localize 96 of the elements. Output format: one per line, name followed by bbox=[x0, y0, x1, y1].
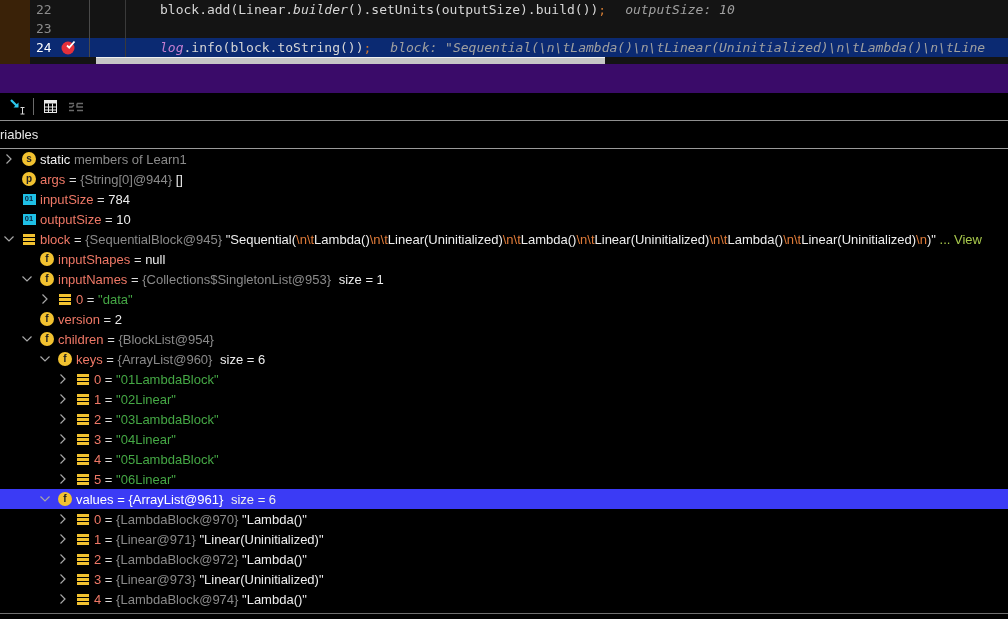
tree-row[interactable]: 4 = {LambdaBlock@974} "Lambda()" bbox=[0, 589, 1008, 609]
variable-entry: static members of Learn1 bbox=[40, 151, 187, 167]
tree-row[interactable]: 0 = {LambdaBlock@970} "Lambda()" bbox=[0, 509, 1008, 529]
tree-row[interactable]: f inputNames = {Collections$SingletonList@953} size = 1 bbox=[0, 269, 1008, 289]
editor-side-strip bbox=[0, 0, 30, 64]
object-icon bbox=[77, 433, 89, 445]
chevron-down-icon[interactable] bbox=[22, 336, 32, 342]
chevron-right-icon[interactable] bbox=[60, 434, 66, 444]
parameter-icon: p bbox=[22, 172, 36, 186]
object-icon bbox=[77, 453, 89, 465]
object-icon bbox=[77, 413, 89, 425]
tree-row[interactable]: f children = {BlockList@954} bbox=[0, 329, 1008, 349]
tree-row[interactable]: 2 = {LambdaBlock@972} "Lambda()" bbox=[0, 549, 1008, 569]
variable-entry: 3 = {Linear@973} "Linear(Uninitialized)" bbox=[94, 571, 324, 587]
tree-row[interactable]: 1 = "02Linear" bbox=[0, 389, 1008, 409]
object-icon bbox=[77, 513, 89, 525]
tree-row[interactable]: 0 = "01LambdaBlock" bbox=[0, 369, 1008, 389]
tree-row[interactable]: f keys = {ArrayList@960} size = 6 bbox=[0, 349, 1008, 369]
breakpoint-icon[interactable] bbox=[61, 40, 76, 55]
variable-entry: outputSize = 10 bbox=[40, 211, 131, 227]
line-number: 24 bbox=[36, 40, 53, 55]
variable-entry: 4 = "05LambdaBlock" bbox=[94, 451, 219, 467]
variable-entry: 0 = "data" bbox=[76, 291, 133, 307]
field-icon: f bbox=[40, 272, 54, 286]
panel-title: riables bbox=[0, 127, 39, 142]
chevron-down-icon[interactable] bbox=[4, 236, 14, 242]
variable-entry: block = {SequentialBlock@945} "Sequential(\n\tLambda()\n\tLinear(Uninitialized)\n\tLambda()\n\tLinear(Uninitialized)\n\tLambda()\n\tLinear(Uninitialized)\n)" ... View bbox=[40, 231, 982, 247]
variable-entry: 2 = {LambdaBlock@972} "Lambda()" bbox=[94, 551, 307, 567]
tree-row[interactable]: 1 = {Linear@971} "Linear(Uninitialized)" bbox=[0, 529, 1008, 549]
variable-entry: inputShapes = null bbox=[58, 251, 166, 267]
field-icon: f bbox=[40, 332, 54, 346]
variable-entry: 0 = {LambdaBlock@970} "Lambda()" bbox=[94, 511, 307, 527]
chevron-right-icon[interactable] bbox=[60, 454, 66, 464]
field-icon: f bbox=[58, 492, 72, 506]
tree-row[interactable]: 3 = "04Linear" bbox=[0, 429, 1008, 449]
variable-entry: version = 2 bbox=[58, 311, 122, 327]
tree-row[interactable]: 3 = {Linear@973} "Linear(Uninitialized)" bbox=[0, 569, 1008, 589]
variable-entry: 3 = "04Linear" bbox=[94, 431, 176, 447]
chevron-right-icon[interactable] bbox=[60, 514, 66, 524]
line-number: 22 bbox=[36, 2, 53, 17]
tree-row[interactable]: f version = 2 bbox=[0, 309, 1008, 329]
chevron-right-icon[interactable] bbox=[60, 554, 66, 564]
field-icon: f bbox=[40, 252, 54, 266]
inline-value-hint: block: "Sequential(\n\tLambda()\n\tLinear(Uninitialized)\n\tLambda()\n\tLine bbox=[390, 40, 986, 55]
chevron-right-icon[interactable] bbox=[60, 374, 66, 384]
inline-value-hint: outputSize: 10 bbox=[625, 2, 735, 17]
object-icon bbox=[59, 293, 71, 305]
chevron-right-icon[interactable] bbox=[60, 414, 66, 424]
tree-row[interactable]: block = {SequentialBlock@945} "Sequential(\n\tLambda()\n\tLinear(Uninitialized)\n\tLambda()\n\tLinear(Uninitialized)\n\tLambda()\n\tLinear(Uninitialized)\n)" ... View bbox=[0, 229, 1008, 249]
view-link[interactable]: View bbox=[954, 231, 982, 247]
tree-row[interactable]: 0 = "data" bbox=[0, 289, 1008, 309]
scrollbar-thumb[interactable] bbox=[96, 57, 605, 64]
code-text: block.add(Linear.builder().setUnits(outputSize).build()); bbox=[160, 2, 607, 17]
chevron-right-icon[interactable] bbox=[60, 594, 66, 604]
chevron-down-icon[interactable] bbox=[40, 356, 50, 362]
tree-row[interactable]: f values = {ArrayList@961} size = 6 bbox=[0, 489, 1008, 509]
tree-row[interactable]: p args = {String[0]@944} [] bbox=[0, 169, 1008, 189]
variable-entry: 2 = "03LambdaBlock" bbox=[94, 411, 219, 427]
object-icon bbox=[77, 573, 89, 585]
tree-row[interactable]: 4 = "05LambdaBlock" bbox=[0, 449, 1008, 469]
object-icon bbox=[77, 473, 89, 485]
object-icon bbox=[23, 233, 35, 245]
tree-row[interactable]: f inputShapes = null bbox=[0, 249, 1008, 269]
variable-entry: 1 = "02Linear" bbox=[94, 391, 176, 407]
variable-entry: 0 = "01LambdaBlock" bbox=[94, 371, 219, 387]
variable-entry: inputSize = 784 bbox=[40, 191, 131, 207]
tree-row[interactable]: 5 = "06Linear" bbox=[0, 469, 1008, 489]
variable-entry: children = {BlockList@954} bbox=[58, 331, 214, 347]
object-icon bbox=[77, 553, 89, 565]
field-icon: f bbox=[40, 312, 54, 326]
table-icon[interactable] bbox=[44, 100, 57, 113]
code-text: log.info(block.toString()); bbox=[160, 40, 372, 55]
tree-row[interactable]: s static members of Learn1 bbox=[0, 149, 1008, 169]
field-icon: f bbox=[58, 352, 72, 366]
chevron-right-icon[interactable] bbox=[6, 154, 12, 164]
tree-row[interactable]: 2 = "03LambdaBlock" bbox=[0, 409, 1008, 429]
object-icon bbox=[77, 533, 89, 545]
variable-entry: values = {ArrayList@961} size = 6 bbox=[76, 491, 277, 507]
variable-entry: 4 = {LambdaBlock@974} "Lambda()" bbox=[94, 591, 307, 607]
variable-entry: keys = {ArrayList@960} size = 6 bbox=[76, 351, 266, 367]
static-icon: s bbox=[22, 152, 36, 166]
variable-entry: args = {String[0]@944} [] bbox=[40, 171, 183, 187]
object-icon bbox=[77, 593, 89, 605]
chevron-right-icon[interactable] bbox=[60, 574, 66, 584]
chevron-right-icon[interactable] bbox=[42, 294, 48, 304]
line-number: 23 bbox=[36, 21, 53, 36]
variable-entry: inputNames = {Collections$SingletonList@953} size = 1 bbox=[58, 271, 384, 287]
object-icon bbox=[77, 373, 89, 385]
chevron-right-icon[interactable] bbox=[60, 534, 66, 544]
object-icon bbox=[77, 393, 89, 405]
variable-entry: 5 = "06Linear" bbox=[94, 471, 176, 487]
chevron-right-icon[interactable] bbox=[60, 474, 66, 484]
variable-entry: 1 = {Linear@971} "Linear(Uninitialized)" bbox=[94, 531, 324, 547]
chevron-right-icon[interactable] bbox=[60, 394, 66, 404]
chevron-down-icon[interactable] bbox=[22, 276, 32, 282]
arrow-cursor-icon[interactable] bbox=[10, 98, 26, 115]
